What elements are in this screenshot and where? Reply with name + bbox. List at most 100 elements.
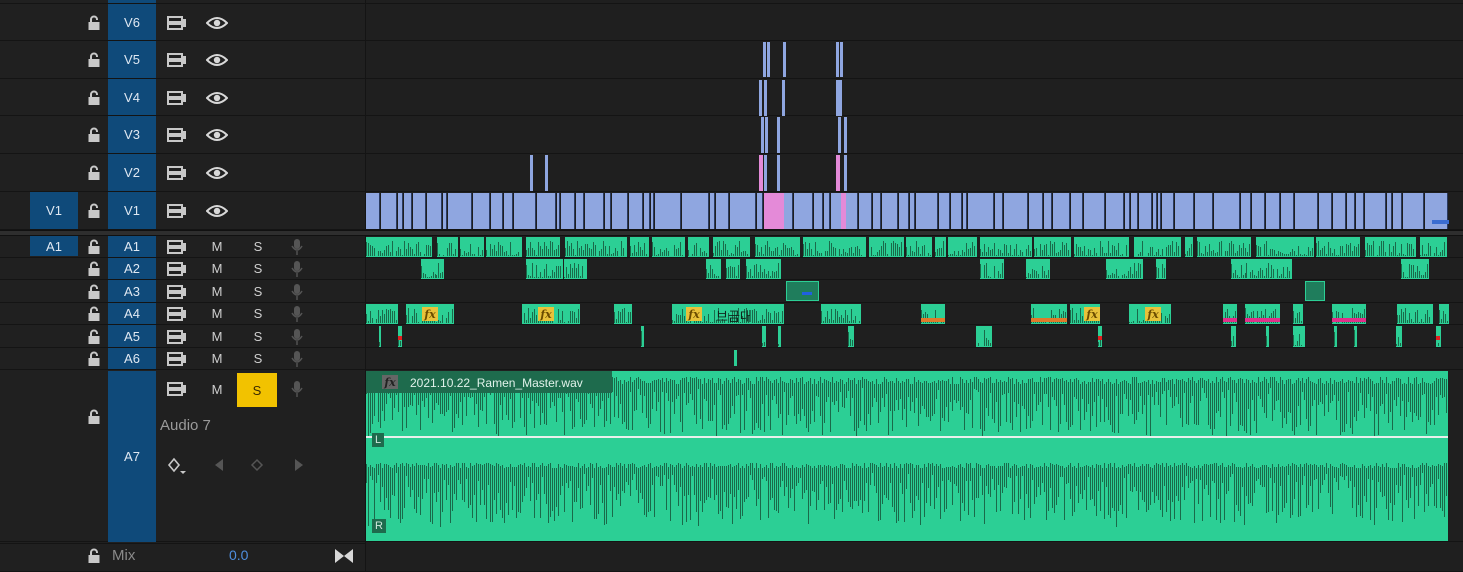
video-clip[interactable]: [1333, 193, 1346, 229]
video-clip[interactable]: [557, 193, 560, 229]
track-name-a3[interactable]: A3: [108, 280, 156, 302]
video-clip[interactable]: [504, 193, 513, 229]
sync-icon[interactable]: [166, 280, 188, 303]
video-clip[interactable]: [655, 193, 681, 229]
lane-v4[interactable]: [366, 79, 1463, 116]
video-clip[interactable]: [710, 193, 715, 229]
audio-clip[interactable]: [755, 237, 800, 257]
mic-icon[interactable]: [288, 325, 306, 348]
lock-icon[interactable]: [86, 303, 102, 325]
video-clip[interactable]: [1071, 193, 1083, 229]
audio-clip[interactable]: [1034, 237, 1071, 257]
audio-clip[interactable]: [1134, 237, 1181, 257]
audio-clip-marker[interactable]: [1332, 318, 1366, 322]
audio-clip[interactable]: [906, 237, 932, 257]
track-name-a4[interactable]: A4: [108, 303, 156, 324]
audio-clip[interactable]: [1106, 259, 1128, 279]
track-name-v5[interactable]: V5: [108, 41, 156, 78]
audio-clip-marker[interactable]: [1223, 318, 1237, 322]
audio-clip[interactable]: [1074, 237, 1129, 257]
audio-clip[interactable]: [980, 259, 1004, 279]
track-name-a1[interactable]: A1: [108, 236, 156, 257]
video-clip[interactable]: [951, 193, 962, 229]
audio-clip[interactable]: [1197, 237, 1251, 257]
mute-button-a1[interactable]: M: [207, 236, 227, 257]
audio-clip-marker[interactable]: [802, 292, 812, 295]
lane-mix[interactable]: [366, 543, 1463, 572]
video-clip-marker[interactable]: [1432, 220, 1449, 224]
audio-clip[interactable]: [436, 259, 444, 279]
track-name-v6[interactable]: V6: [108, 4, 156, 40]
video-clip[interactable]: [859, 193, 872, 229]
video-clip[interactable]: [651, 193, 654, 229]
lane-v5[interactable]: [366, 41, 1463, 79]
solo-button-a6[interactable]: S: [248, 348, 268, 369]
track-name-a6[interactable]: A6: [108, 348, 156, 369]
video-clip[interactable]: [413, 193, 426, 229]
audio-clip-marker[interactable]: [1031, 318, 1067, 322]
video-clip[interactable]: [782, 80, 785, 116]
audio-clip[interactable]: [734, 350, 737, 366]
video-clip[interactable]: [1053, 193, 1070, 229]
audio-clip[interactable]: [546, 259, 563, 279]
solo-button-a3[interactable]: S: [248, 280, 268, 302]
sync-icon[interactable]: [166, 154, 188, 192]
audio-clip[interactable]: [935, 237, 946, 257]
video-clip[interactable]: [836, 42, 839, 77]
lane-v6[interactable]: [366, 4, 1463, 41]
audio-clip[interactable]: [726, 259, 740, 279]
mic-icon[interactable]: [288, 236, 306, 258]
audio-clip[interactable]: [803, 237, 866, 257]
video-clip[interactable]: [473, 193, 490, 229]
mute-button-a4[interactable]: M: [207, 303, 227, 324]
mute-button-a5[interactable]: M: [207, 325, 227, 347]
video-clip[interactable]: [561, 193, 575, 229]
video-clip[interactable]: [448, 193, 472, 229]
video-clip[interactable]: [1266, 193, 1280, 229]
audio-clip[interactable]: [848, 326, 854, 347]
lock-icon[interactable]: [86, 192, 102, 230]
video-clip[interactable]: [899, 193, 909, 229]
audio-clip[interactable]: [1256, 237, 1314, 257]
video-clip[interactable]: [968, 193, 994, 229]
lane-a4[interactable]: fx fx fx fx fx 브금대: [366, 303, 1463, 325]
audio-clip[interactable]: [526, 259, 548, 279]
video-clip[interactable]: [1403, 193, 1424, 229]
audio-clip[interactable]: [1271, 259, 1292, 279]
audio-clip[interactable]: [1293, 304, 1303, 324]
video-clip[interactable]: [995, 193, 1003, 229]
audio-clip[interactable]: [460, 237, 484, 257]
mic-icon[interactable]: [288, 348, 306, 370]
audio-clip[interactable]: [1354, 326, 1357, 347]
video-clip[interactable]: [1125, 193, 1130, 229]
audio-clip[interactable]: [1397, 304, 1433, 324]
video-clip[interactable]: [1393, 193, 1402, 229]
video-clip[interactable]: [1387, 193, 1392, 229]
lane-v1[interactable]: [366, 192, 1463, 230]
video-clip[interactable]: [443, 193, 447, 229]
solo-button-a5[interactable]: S: [248, 325, 268, 347]
track-name-v1[interactable]: V1: [108, 192, 156, 229]
video-clip[interactable]: [576, 193, 584, 229]
audio-clip[interactable]: [756, 259, 781, 279]
video-clip[interactable]: [398, 193, 403, 229]
prev-keyframe-icon[interactable]: [212, 457, 226, 473]
lock-icon[interactable]: [86, 280, 102, 303]
video-clip-pink[interactable]: [841, 193, 846, 229]
mic-icon[interactable]: [288, 258, 306, 280]
keyframe-icon[interactable]: [166, 455, 188, 477]
audio-clip-marker[interactable]: [1245, 318, 1280, 322]
video-clip[interactable]: [761, 117, 764, 153]
video-clip[interactable]: [1214, 193, 1240, 229]
track-name-v3[interactable]: V3: [108, 116, 156, 153]
video-clip[interactable]: [814, 193, 823, 229]
video-clip[interactable]: [682, 193, 709, 229]
video-clip[interactable]: [1029, 193, 1043, 229]
audio-clip[interactable]: [1334, 326, 1337, 347]
audio-clip[interactable]: [821, 304, 861, 324]
mute-button-a3[interactable]: M: [207, 280, 227, 302]
audio-clip[interactable]: [366, 304, 398, 324]
lock-icon[interactable]: [86, 544, 102, 568]
audio-clip[interactable]: [1156, 259, 1166, 279]
audio-clip[interactable]: [379, 326, 381, 347]
